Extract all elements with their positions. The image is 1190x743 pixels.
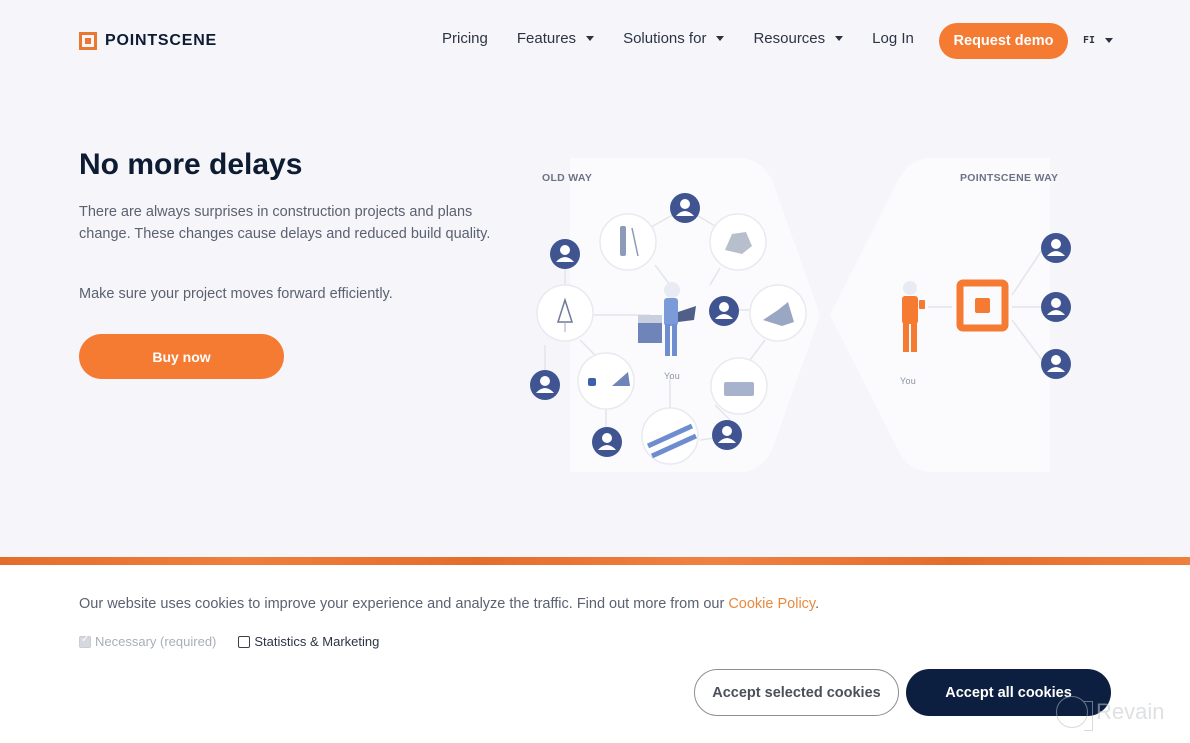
- logo[interactable]: POINTSCENE: [79, 32, 217, 50]
- cookie-message-text: Our website uses cookies to improve your…: [79, 596, 729, 612]
- nav-resources[interactable]: Resources: [753, 30, 844, 47]
- main-nav: Pricing Features Solutions for Resources…: [442, 30, 943, 47]
- old-way-label: OLD WAY: [542, 172, 593, 184]
- surveyor-node: [599, 213, 657, 271]
- statistics-marketing-label: Statistics & Marketing: [254, 634, 380, 649]
- new-way-avatars: [1041, 233, 1071, 379]
- nav-resources-label: Resources: [753, 30, 826, 47]
- necessary-label: Necessary (required): [95, 634, 217, 649]
- revain-logo-icon: [1056, 696, 1093, 731]
- avatar-icon: [1041, 349, 1071, 379]
- nav-solutions[interactable]: Solutions for: [623, 30, 725, 47]
- nav-pricing[interactable]: Pricing: [442, 30, 488, 47]
- old-vs-new-illustration: OLD WAY POINTSCENE WAY You You: [520, 150, 1100, 480]
- hero-paragraph-secondary: Make sure your project moves forward eff…: [79, 286, 393, 302]
- hero-paragraph: There are always surprises in constructi…: [79, 204, 491, 242]
- pointscene-way-label: POINTSCENE WAY: [960, 172, 1059, 184]
- request-demo-button[interactable]: Request demo: [939, 23, 1068, 59]
- cookie-message: Our website uses cookies to improve your…: [79, 596, 819, 612]
- avatar-icon: [550, 239, 580, 269]
- buy-now-button[interactable]: Buy now: [79, 334, 284, 379]
- illustration-graphic: [530, 158, 1071, 472]
- cookie-banner: Our website uses cookies to improve your…: [0, 565, 1190, 743]
- you-label-new: You: [900, 376, 917, 386]
- statistics-marketing-checkbox[interactable]: [238, 635, 251, 648]
- necessary-checkbox: [79, 634, 91, 648]
- cookie-banner-accent-stripe: [0, 557, 1190, 565]
- avatar-icon: [530, 370, 560, 400]
- caret-down-icon: [835, 36, 844, 41]
- caret-down-icon: [586, 36, 595, 41]
- accept-selected-cookies-button[interactable]: Accept selected cookies: [694, 669, 899, 716]
- nav-features-label: Features: [516, 30, 577, 47]
- revain-watermark: Revain: [1056, 696, 1165, 731]
- warning-sign-node: [536, 284, 594, 342]
- avatar-icon: [709, 296, 739, 326]
- statistics-marketing-option[interactable]: Statistics & Marketing: [238, 634, 379, 649]
- avatar-icon: [1041, 233, 1071, 263]
- nav-login[interactable]: Log In: [872, 30, 914, 47]
- avatar-icon: [670, 193, 700, 223]
- language-selector[interactable]: FI: [1083, 35, 1114, 46]
- cookie-policy-link[interactable]: Cookie Policy: [728, 596, 815, 612]
- site-header: POINTSCENE Pricing Features Solutions fo…: [0, 0, 1190, 82]
- pointscene-logo-icon: [79, 32, 97, 50]
- caret-down-icon: [1105, 38, 1114, 43]
- avatar-icon: [592, 427, 622, 457]
- avatar-icon: [712, 420, 742, 450]
- you-label-old: You: [664, 371, 681, 381]
- logo-text: POINTSCENE: [105, 32, 218, 49]
- hero-title: No more delays: [79, 148, 303, 181]
- watermark-text: Revain: [1096, 699, 1165, 724]
- necessary-cookies-option: Necessary (required): [79, 634, 216, 649]
- cookie-options: Necessary (required) Statistics & Market…: [79, 634, 401, 649]
- cookie-message-suffix: .: [815, 596, 820, 612]
- caret-down-icon: [716, 36, 725, 41]
- nav-login-label: Log In: [872, 30, 914, 47]
- nav-solutions-label: Solutions for: [623, 30, 707, 47]
- nav-features[interactable]: Features: [516, 30, 595, 47]
- avatar-icon: [1041, 292, 1071, 322]
- nav-pricing-label: Pricing: [442, 30, 488, 47]
- language-code: FI: [1083, 35, 1096, 46]
- new-way-panel: [830, 158, 1050, 472]
